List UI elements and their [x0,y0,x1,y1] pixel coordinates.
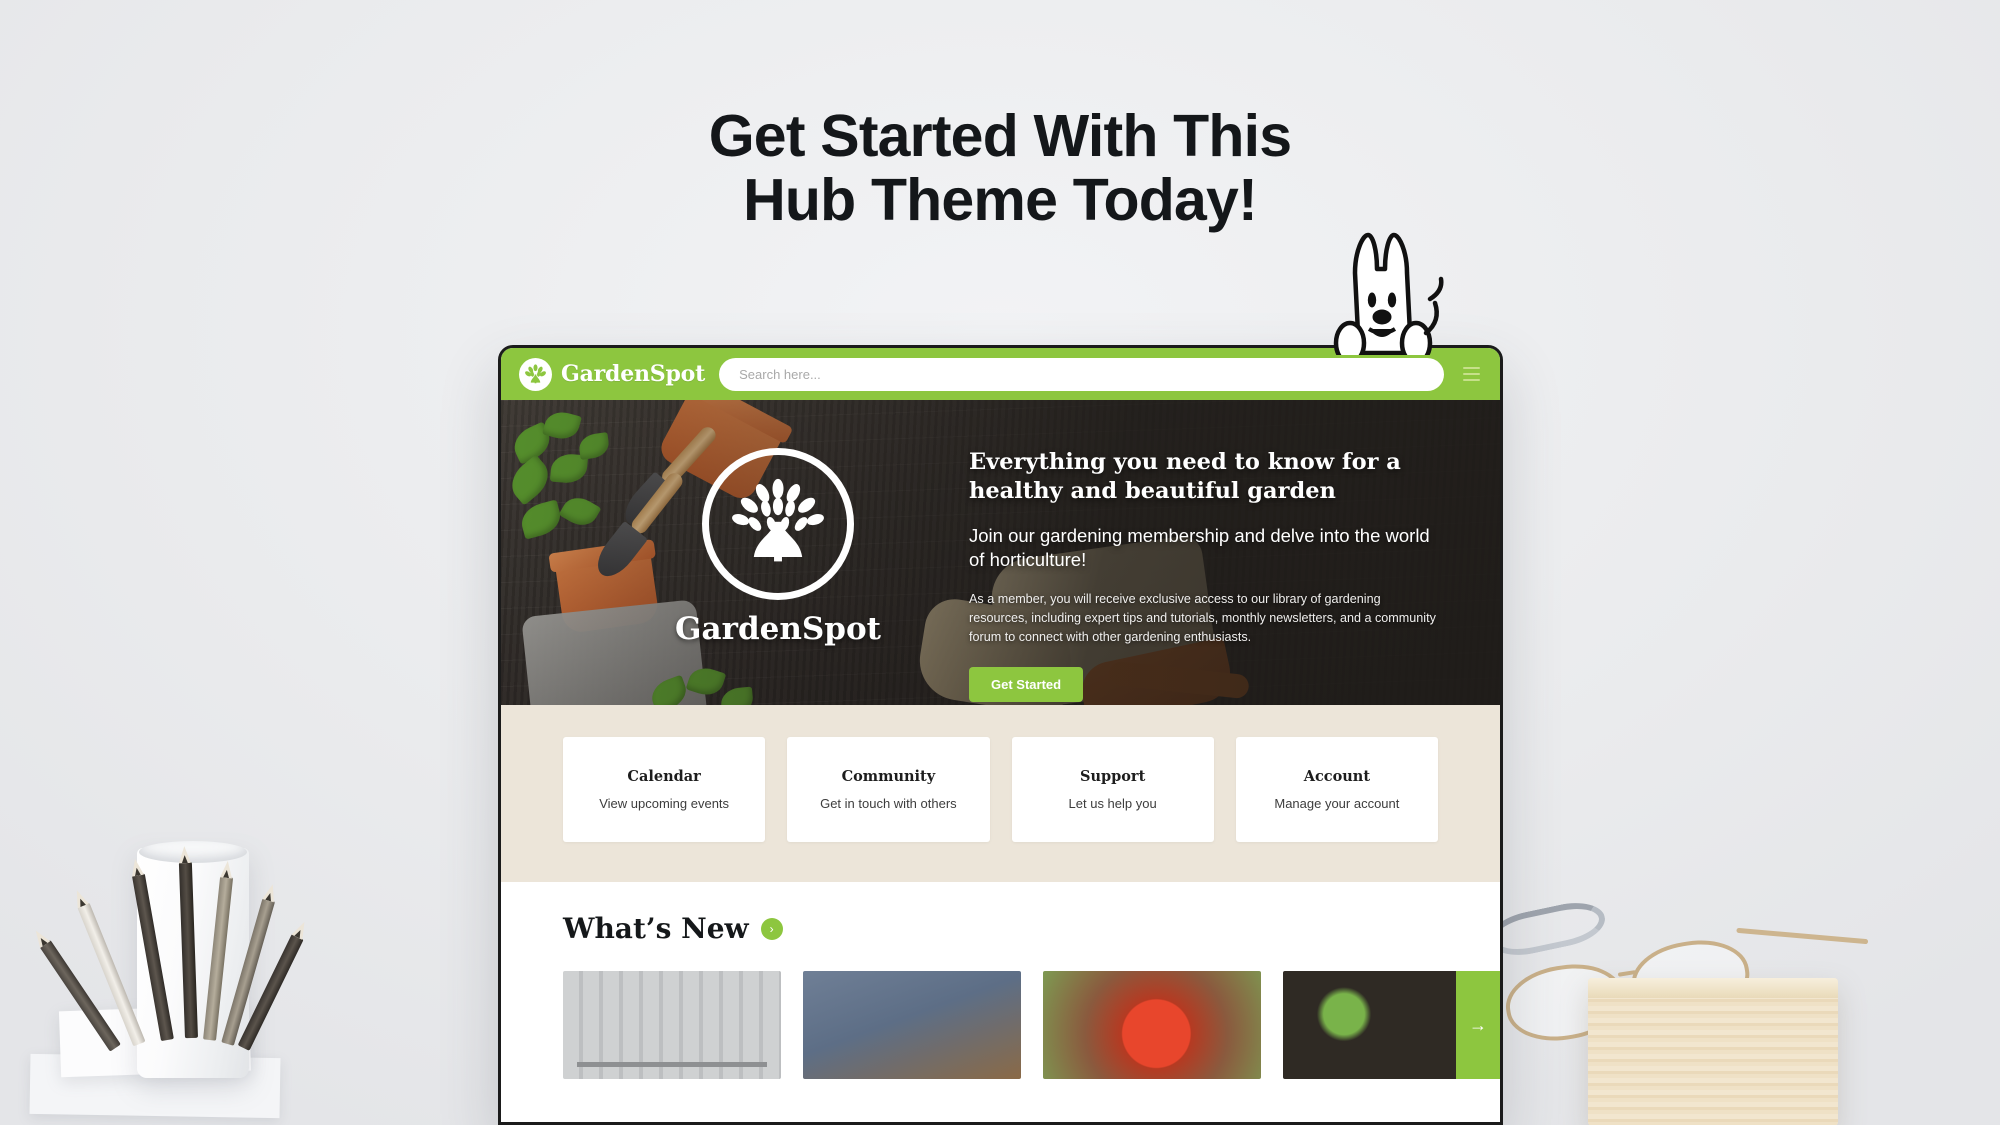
hero-subheading: Join our gardening membership and delve … [969,524,1430,571]
browser-window: GardenSpot Search here... GardenSpot Eve… [498,345,1503,1125]
site-header: GardenSpot Search here... [501,348,1500,400]
card-subtitle: Let us help you [1068,796,1157,811]
page-headline: Get Started With This Hub Theme Today! [0,104,2000,233]
card-title: Calendar [627,768,701,785]
hero-section: GardenSpot Everything you need to know f… [501,400,1500,705]
card-title: Community [841,768,936,785]
background-wood-block [1588,978,1838,1125]
card-subtitle: Manage your account [1274,796,1400,811]
quick-link-card-account[interactable]: Account Manage your account [1235,737,1438,842]
whats-new-title: What’s New [563,912,749,945]
quick-link-card-calendar[interactable]: Calendar View upcoming events [563,737,766,842]
search-placeholder: Search here... [739,366,821,382]
tree-circle-icon [519,357,552,391]
whats-new-section: What’s New › → [501,882,1500,1079]
hero-brand-word: GardenSpot [675,611,881,647]
quick-link-card-community[interactable]: Community Get in touch with others [787,737,990,842]
get-started-button[interactable]: Get Started [969,666,1084,702]
card-subtitle: Get in touch with others [820,796,957,811]
dog-mascot-icon [1333,232,1444,355]
chevron-right-icon[interactable]: › [760,917,783,940]
quick-link-card-support[interactable]: Support Let us help you [1011,737,1214,842]
article-thumbnail[interactable] [803,971,1021,1079]
hamburger-icon[interactable] [1458,366,1484,382]
article-thumbnail[interactable] [563,971,781,1079]
whats-new-header: What’s New › [563,912,1438,945]
hero-paragraph: As a member, you will receive exclusive … [969,592,1436,645]
article-thumbnail[interactable] [1043,971,1261,1079]
whats-new-carousel: → [563,971,1500,1079]
hero-heading: Everything you need to know for a health… [969,449,1401,504]
pencil-cup [30,841,310,1078]
quick-links-band: Calendar View upcoming events Community … [501,705,1500,882]
headline-line-2: Hub Theme Today! [743,167,1258,234]
headline-line-1: Get Started With This [708,103,1292,169]
brand-name: GardenSpot [561,361,706,387]
search-input[interactable]: Search here... [719,357,1444,391]
card-subtitle: View upcoming events [599,796,730,811]
hero-copy: Everything you need to know for a health… [969,448,1439,702]
site-logo[interactable]: GardenSpot [519,357,706,391]
hero-brand-lockup: GardenSpot [653,448,903,647]
card-title: Account [1303,768,1371,785]
tree-circle-icon-large [702,448,854,600]
card-title: Support [1079,768,1146,785]
arrow-right-icon[interactable]: → [1456,971,1500,1079]
